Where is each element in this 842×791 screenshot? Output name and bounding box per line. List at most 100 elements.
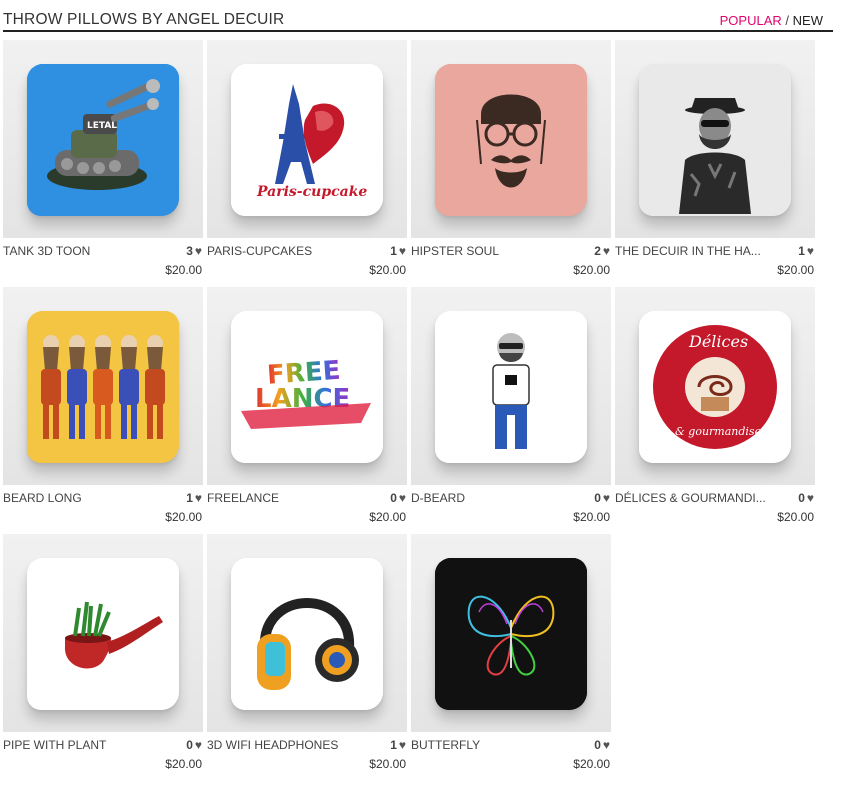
sort-separator: /: [785, 13, 790, 28]
like-count: 1: [390, 738, 397, 752]
product-price: $20.00: [573, 510, 610, 524]
product-card[interactable]: Délices & gourmandises DÉLICES & GOURMAN…: [615, 287, 815, 527]
svg-text:LETAL: LETAL: [87, 121, 117, 131]
pillow-art-pipe: [27, 558, 179, 710]
product-price: $20.00: [165, 510, 202, 524]
pillow-art-butterfly: [435, 558, 587, 710]
product-image[interactable]: [411, 40, 611, 238]
heart-icon: ♥: [194, 738, 202, 752]
product-image[interactable]: Paris-cupcake: [207, 40, 407, 238]
product-image[interactable]: [411, 534, 611, 732]
product-card[interactable]: BEARD LONG 1 ♥ $20.00: [3, 287, 203, 527]
like-count: 0: [390, 491, 397, 505]
pillow-art-delices: Délices & gourmandises: [639, 311, 791, 463]
like-count: 3: [186, 244, 193, 258]
product-name[interactable]: PARIS-CUPCAKES: [207, 244, 367, 258]
product-name[interactable]: TANK 3D TOON: [3, 244, 163, 258]
product-image[interactable]: [411, 287, 611, 485]
pillow-image: [27, 558, 179, 710]
pillow-image: Délices & gourmandises: [639, 311, 791, 463]
product-card[interactable]: THE DECUIR IN THE HA... 1 ♥ $20.00: [615, 40, 815, 280]
pillow-art-freelance: FREE LANCE: [231, 311, 383, 463]
like-button[interactable]: 0 ♥: [798, 491, 814, 505]
pillow-art-beards: [27, 311, 179, 463]
product-name[interactable]: D-BEARD: [411, 491, 571, 505]
product-price: $20.00: [777, 510, 814, 524]
sort-popular-link[interactable]: POPULAR: [720, 13, 782, 28]
product-image[interactable]: LETAL: [3, 40, 203, 238]
product-image[interactable]: [3, 534, 203, 732]
page-header: THROW PILLOWS BY ANGEL DECUIR POPULAR / …: [3, 8, 833, 32]
svg-text:Délices: Délices: [688, 332, 748, 351]
product-price: $20.00: [165, 757, 202, 771]
pillow-image: [639, 64, 791, 216]
sort-links: POPULAR / NEW: [720, 13, 823, 28]
product-price: $20.00: [369, 263, 406, 277]
like-button[interactable]: 1 ♥: [186, 491, 202, 505]
heart-icon: ♥: [398, 244, 406, 258]
like-count: 0: [798, 491, 805, 505]
like-button[interactable]: 3 ♥: [186, 244, 202, 258]
product-card[interactable]: HIPSTER SOUL 2 ♥ $20.00: [411, 40, 611, 280]
heart-icon: ♥: [194, 491, 202, 505]
pillow-image: [27, 311, 179, 463]
product-card[interactable]: Paris-cupcake PARIS-CUPCAKES 1 ♥ $20.00: [207, 40, 407, 280]
product-name[interactable]: THE DECUIR IN THE HA...: [615, 244, 775, 258]
pillow-image: FREE LANCE: [231, 311, 383, 463]
product-image[interactable]: FREE LANCE: [207, 287, 407, 485]
like-button[interactable]: 0 ♥: [594, 738, 610, 752]
like-button[interactable]: 1 ♥: [390, 738, 406, 752]
heart-icon: ♥: [602, 738, 610, 752]
pillow-art-dbeard: [435, 311, 587, 463]
pillow-image: LETAL: [27, 64, 179, 216]
like-count: 1: [798, 244, 805, 258]
pillow-image: [231, 558, 383, 710]
sort-new-link[interactable]: NEW: [793, 13, 823, 28]
pillow-image: [435, 558, 587, 710]
heart-icon: ♥: [806, 491, 814, 505]
product-price: $20.00: [369, 510, 406, 524]
product-price: $20.00: [165, 263, 202, 277]
like-button[interactable]: 0 ♥: [186, 738, 202, 752]
like-button[interactable]: 0 ♥: [390, 491, 406, 505]
product-name[interactable]: FREELANCE: [207, 491, 367, 505]
like-button[interactable]: 2 ♥: [594, 244, 610, 258]
product-name[interactable]: PIPE WITH PLANT: [3, 738, 163, 752]
heart-icon: ♥: [398, 491, 406, 505]
product-image[interactable]: Délices & gourmandises: [615, 287, 815, 485]
product-price: $20.00: [573, 757, 610, 771]
heart-icon: ♥: [806, 244, 814, 258]
like-button[interactable]: 1 ♥: [390, 244, 406, 258]
pillow-image: [435, 311, 587, 463]
product-image[interactable]: [207, 534, 407, 732]
product-card[interactable]: PIPE WITH PLANT 0 ♥ $20.00: [3, 534, 203, 774]
product-name[interactable]: BEARD LONG: [3, 491, 163, 505]
pillow-art-portrait: [639, 64, 791, 216]
product-name[interactable]: DÉLICES & GOURMANDI...: [615, 491, 775, 505]
product-price: $20.00: [573, 263, 610, 277]
page-title: THROW PILLOWS BY ANGEL DECUIR: [3, 11, 285, 28]
like-count: 2: [594, 244, 601, 258]
product-card[interactable]: BUTTERFLY 0 ♥ $20.00: [411, 534, 611, 774]
product-name[interactable]: HIPSTER SOUL: [411, 244, 571, 258]
product-card[interactable]: D-BEARD 0 ♥ $20.00: [411, 287, 611, 527]
svg-text:& gourmandises: & gourmandises: [675, 425, 767, 438]
product-name[interactable]: BUTTERFLY: [411, 738, 571, 752]
like-button[interactable]: 0 ♥: [594, 491, 610, 505]
product-name[interactable]: 3D WIFI HEADPHONES: [207, 738, 367, 752]
product-image[interactable]: [615, 40, 815, 238]
like-button[interactable]: 1 ♥: [798, 244, 814, 258]
pillow-art-headphones: [231, 558, 383, 710]
product-card[interactable]: 3D WIFI HEADPHONES 1 ♥ $20.00: [207, 534, 407, 774]
pillow-image: Paris-cupcake: [231, 64, 383, 216]
like-count: 0: [594, 738, 601, 752]
heart-icon: ♥: [194, 244, 202, 258]
heart-icon: ♥: [398, 738, 406, 752]
like-count: 1: [390, 244, 397, 258]
product-card[interactable]: FREE LANCE FREELANCE 0 ♥ $20.00: [207, 287, 407, 527]
product-card[interactable]: LETAL TANK 3D TOON 3 ♥ $20.00: [3, 40, 203, 280]
like-count: 1: [186, 491, 193, 505]
product-image[interactable]: [3, 287, 203, 485]
like-count: 0: [594, 491, 601, 505]
product-price: $20.00: [369, 757, 406, 771]
